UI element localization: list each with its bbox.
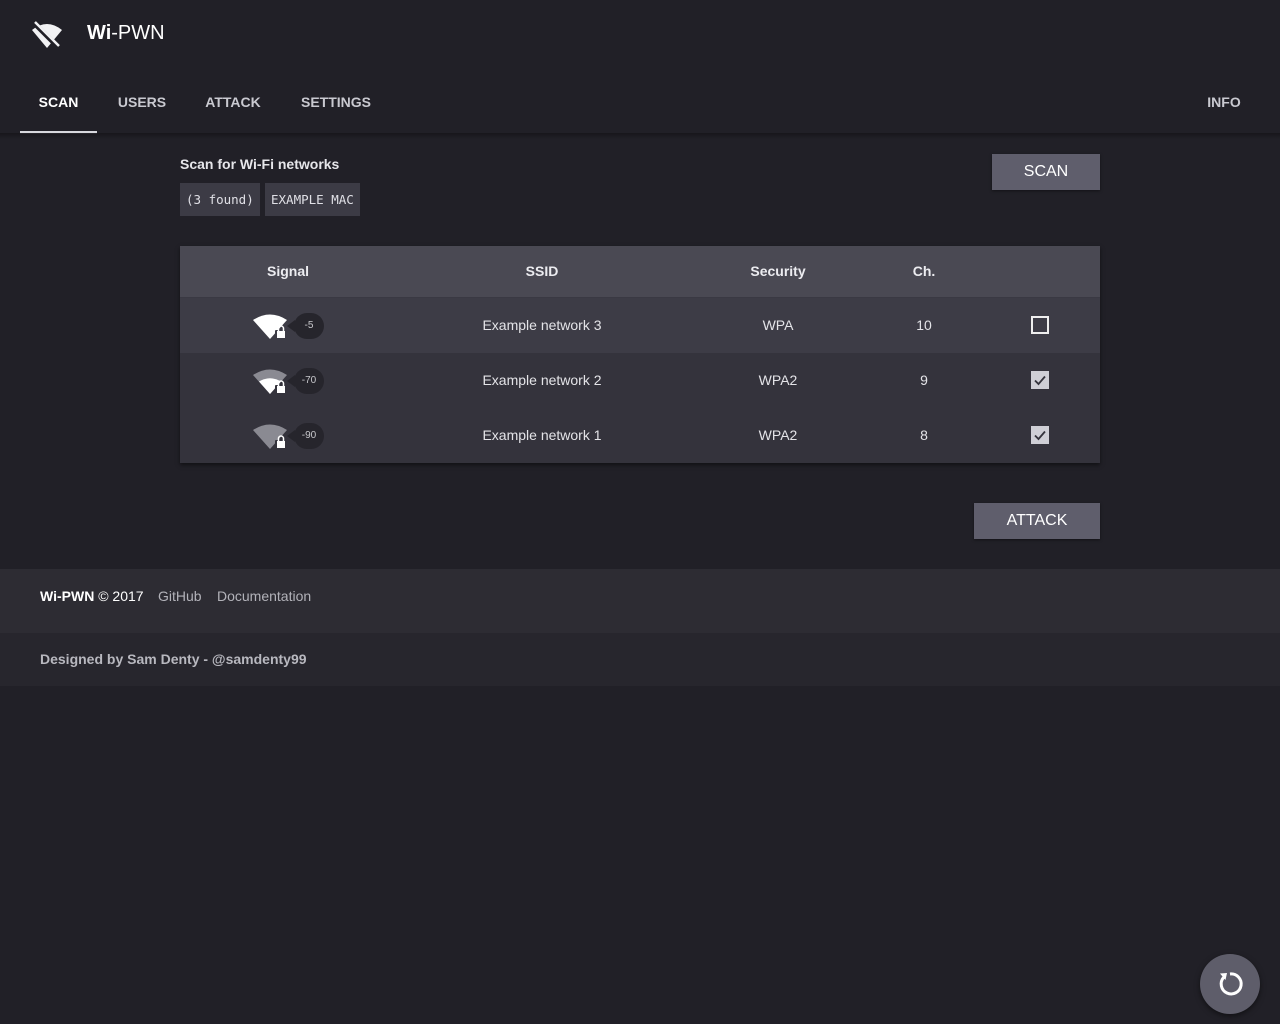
scan-title: Scan for Wi-Fi networks xyxy=(180,156,340,172)
ssid-cell: Example network 1 xyxy=(482,427,602,443)
documentation-link[interactable]: Documentation xyxy=(217,588,311,604)
header-channel: Ch. xyxy=(912,263,936,279)
github-link[interactable]: GitHub xyxy=(158,588,202,604)
found-count-chip: (3 found) xyxy=(180,183,260,216)
select-checkbox[interactable] xyxy=(1031,316,1049,334)
refresh-icon xyxy=(1219,972,1243,996)
channel-cell: 9 xyxy=(920,372,928,388)
tab-users[interactable]: USERS xyxy=(112,68,172,134)
check-icon xyxy=(1034,430,1046,441)
mac-chip: EXAMPLE MAC xyxy=(265,183,360,216)
footer: Wi-PWN © 2017 GitHub Documentation xyxy=(0,569,1280,633)
rssi-badge: -5 xyxy=(287,313,324,339)
footer-copyright: Wi-PWN © 2017 xyxy=(40,588,144,604)
table-row[interactable]: -5 Example network 3 WPA 10 xyxy=(180,298,1100,353)
check-icon xyxy=(1034,375,1046,386)
tab-info[interactable]: INFO xyxy=(1200,68,1248,134)
wifi-lock-icon xyxy=(253,369,287,394)
table-row[interactable]: -90 Example network 1 WPA2 8 xyxy=(180,408,1100,463)
wifi-lock-icon xyxy=(253,314,287,339)
tab-settings[interactable]: SETTINGS xyxy=(294,68,378,134)
tab-attack[interactable]: ATTACK xyxy=(197,68,269,134)
header-security: Security xyxy=(750,263,806,279)
header-signal: Signal xyxy=(266,263,310,279)
refresh-button[interactable] xyxy=(1200,954,1260,1014)
channel-cell: 10 xyxy=(916,317,932,333)
main-nav: SCAN USERS ATTACK SETTINGS INFO xyxy=(0,68,1280,135)
table-row[interactable]: -70 Example network 2 WPA2 9 xyxy=(180,353,1100,408)
scan-button[interactable]: SCAN xyxy=(992,154,1100,190)
header-shadow xyxy=(0,133,1280,139)
security-cell: WPA2 xyxy=(758,427,798,443)
wifi-lock-icon xyxy=(253,424,287,449)
tab-scan[interactable]: SCAN xyxy=(20,68,97,134)
table-header: Signal SSID Security Ch. xyxy=(180,246,1100,298)
network-table: Signal SSID Security Ch. -5 Example netw… xyxy=(180,246,1100,463)
security-cell: WPA xyxy=(762,317,794,333)
ssid-cell: Example network 2 xyxy=(482,372,602,388)
channel-cell: 8 xyxy=(920,427,928,443)
footer-credit-bar: Designed by Sam Denty - @samdenty99 xyxy=(0,633,1280,686)
attack-button[interactable]: ATTACK xyxy=(974,503,1100,539)
ssid-cell: Example network 3 xyxy=(482,317,602,333)
designer-credit: Designed by Sam Denty - @samdenty99 xyxy=(40,651,307,667)
header-ssid: SSID xyxy=(525,263,559,279)
select-checkbox[interactable] xyxy=(1031,426,1049,444)
wifi-off-icon xyxy=(32,21,62,49)
app-header: Wi-PWN SCAN USERS ATTACK SETTINGS INFO xyxy=(0,0,1280,135)
security-cell: WPA2 xyxy=(758,372,798,388)
select-checkbox[interactable] xyxy=(1031,371,1049,389)
rssi-badge: -70 xyxy=(287,368,324,394)
app-title: Wi-PWN xyxy=(87,22,165,44)
rssi-badge: -90 xyxy=(287,423,324,449)
